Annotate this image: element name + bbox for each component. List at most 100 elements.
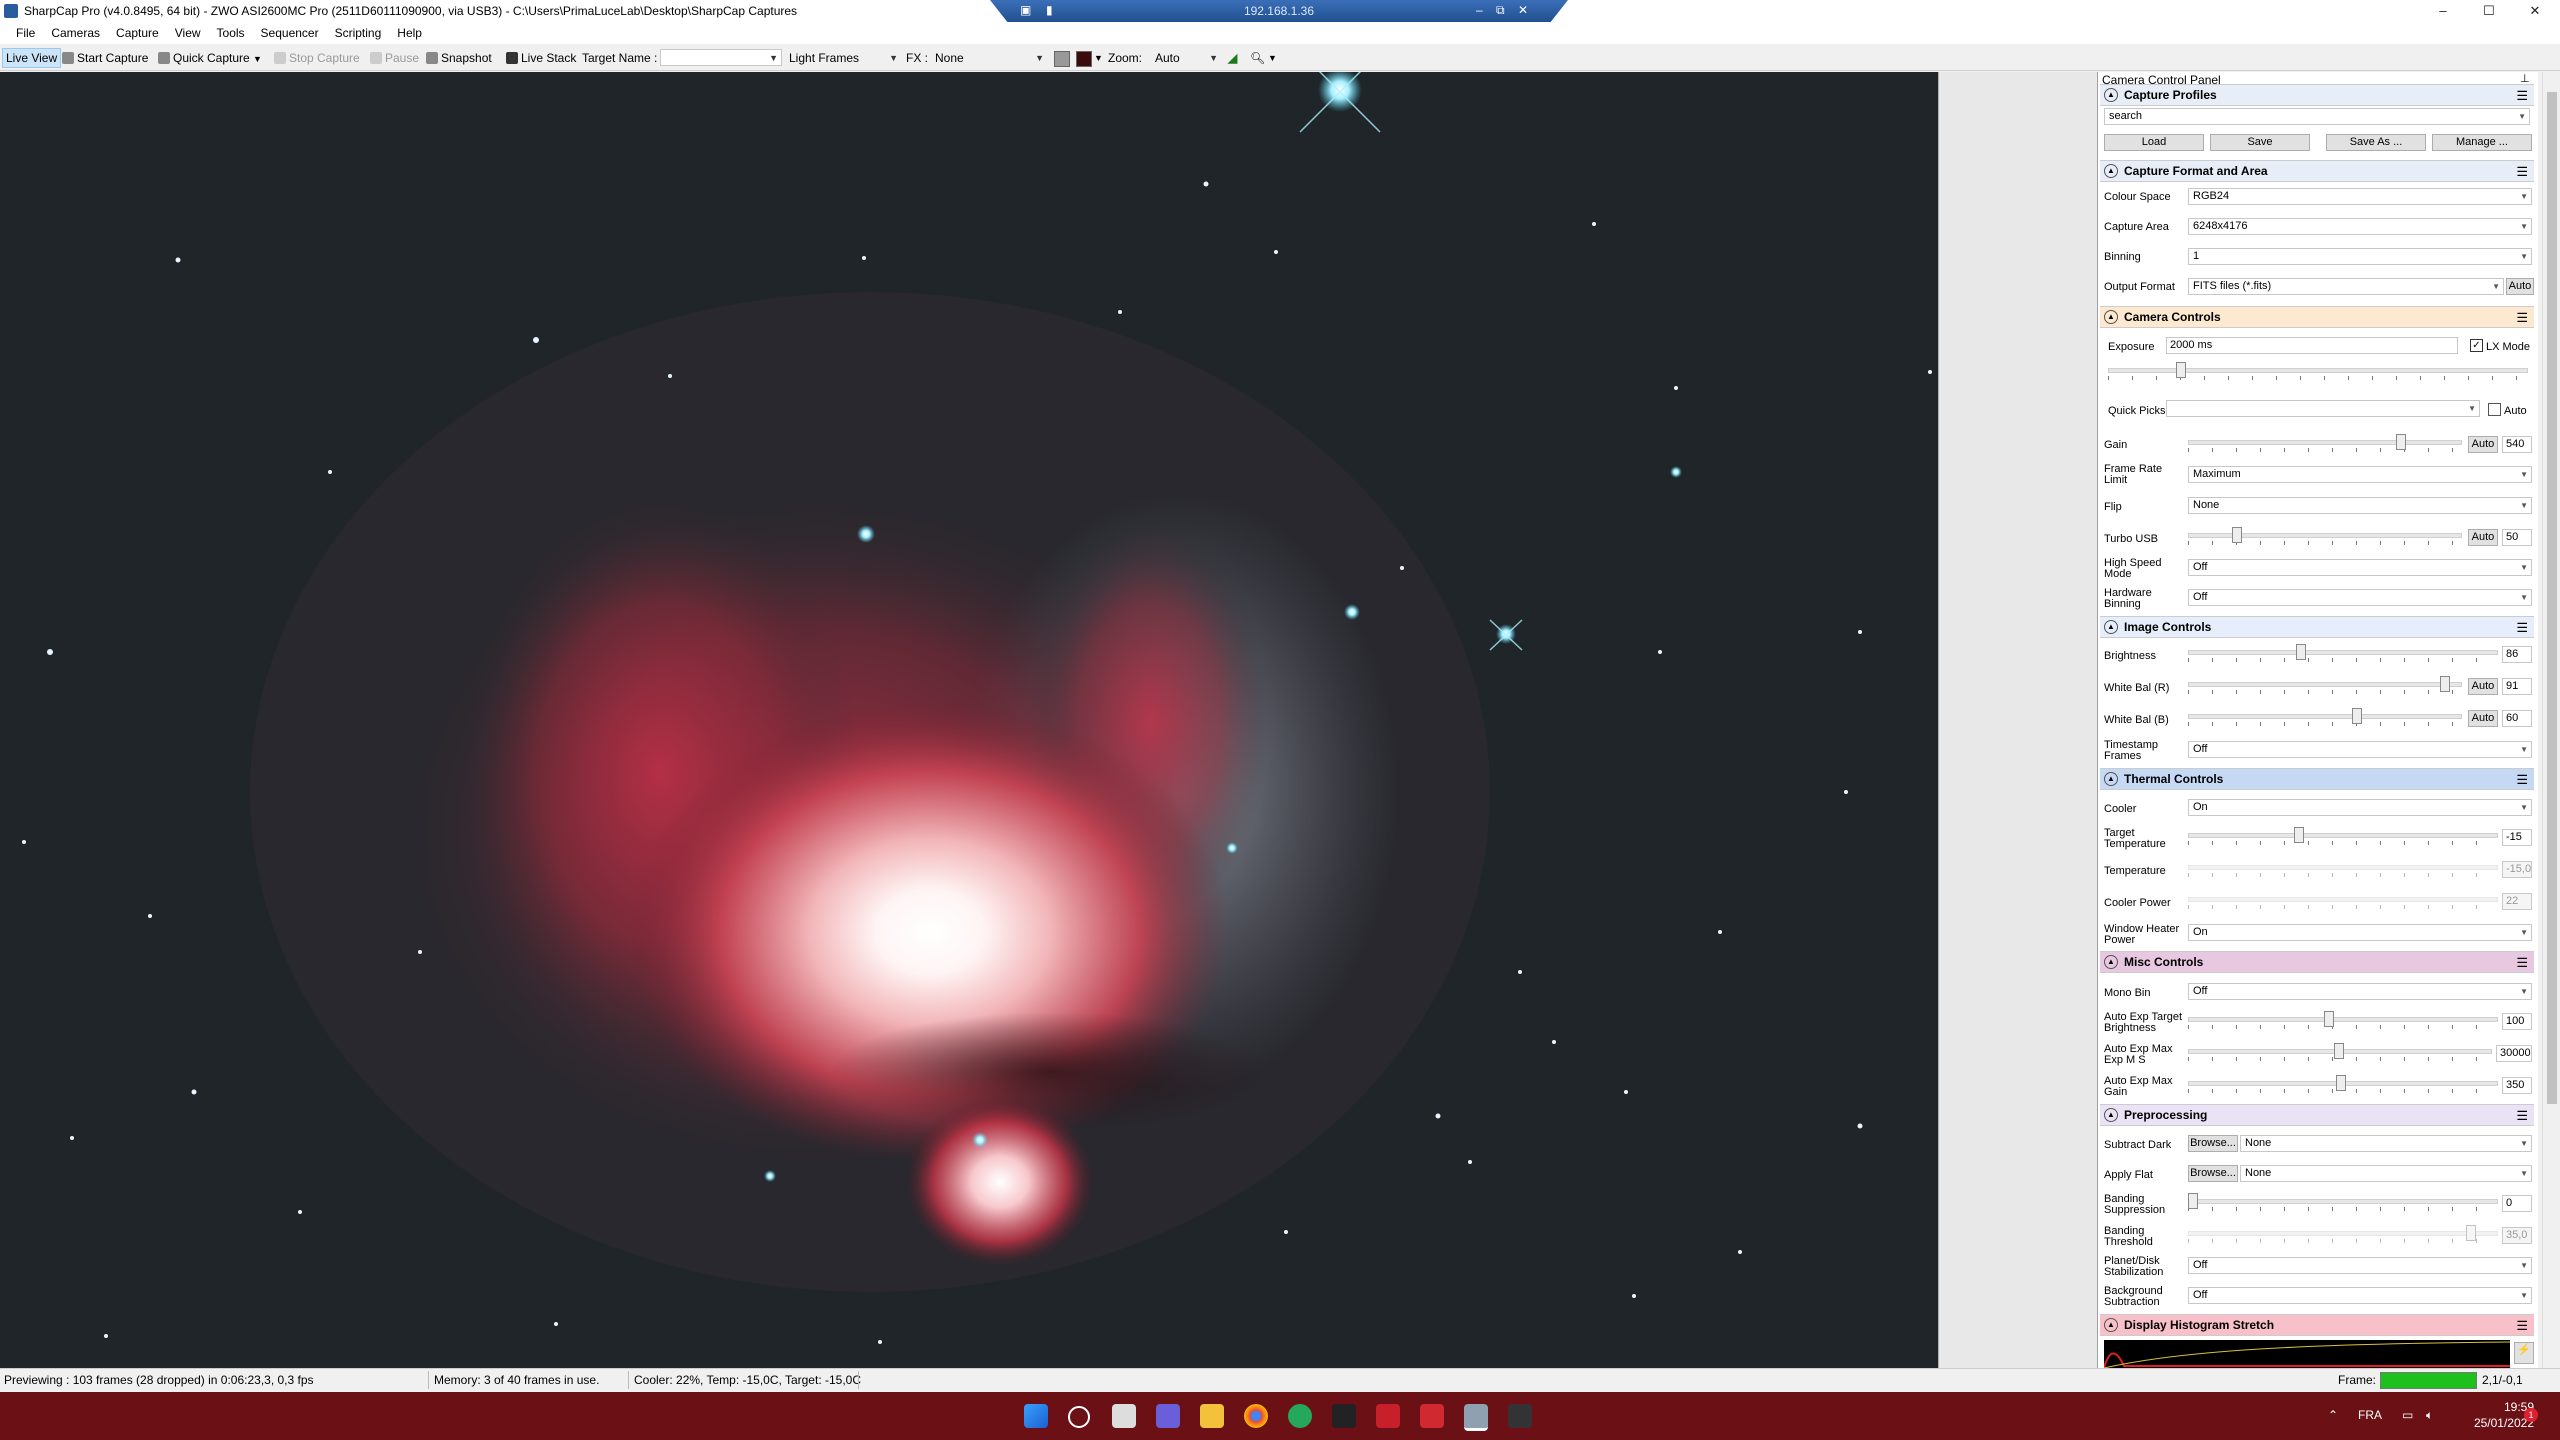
gain-input[interactable]: 540 bbox=[2502, 436, 2532, 453]
collapse-icon[interactable]: ▲ bbox=[2104, 164, 2118, 178]
colour-space-select[interactable]: RGB24 ▼ bbox=[2188, 188, 2532, 205]
language-indicator[interactable]: FRA bbox=[2358, 1408, 2382, 1422]
search-icon[interactable] bbox=[1068, 1406, 1090, 1428]
manage-button[interactable]: Manage ... bbox=[2432, 134, 2532, 151]
brightness-slider[interactable] bbox=[2188, 644, 2498, 662]
menu-tools[interactable]: Tools bbox=[209, 22, 253, 44]
volume-icon[interactable]: 🔈︎ bbox=[2426, 1408, 2433, 1423]
hamburger-icon[interactable]: ☰ bbox=[2516, 164, 2528, 180]
target-name-input[interactable]: ▼ bbox=[660, 49, 782, 66]
capture-area-select[interactable]: 6248x4176 ▼ bbox=[2188, 218, 2532, 235]
white-bal-r-slider[interactable] bbox=[2188, 676, 2462, 694]
section-camera-controls[interactable]: ▲ Camera Controls ☰ bbox=[2100, 306, 2534, 328]
quick-capture-button[interactable]: Quick Capture ▼ bbox=[158, 49, 262, 67]
white-bal-b-slider[interactable] bbox=[2188, 708, 2462, 726]
apply-flat-browse-button[interactable]: Browse... bbox=[2188, 1165, 2238, 1182]
binning-select[interactable]: 1 ▼ bbox=[2188, 248, 2532, 265]
load-button[interactable]: Load bbox=[2104, 134, 2204, 151]
remote-minimize-icon[interactable]: – bbox=[1476, 3, 1483, 17]
white-bal-r-input[interactable]: 91 bbox=[2502, 678, 2532, 695]
zoom-select[interactable]: Auto ▼ bbox=[1150, 49, 1222, 66]
hardware-binning-select[interactable]: Off ▼ bbox=[2188, 589, 2532, 606]
slider-thumb[interactable] bbox=[2294, 827, 2304, 843]
snapshot-button[interactable]: Snapshot bbox=[426, 49, 492, 67]
slider-thumb[interactable] bbox=[2232, 527, 2242, 543]
x-app-icon[interactable] bbox=[1332, 1404, 1356, 1428]
grid-icon[interactable] bbox=[1054, 51, 1070, 67]
slider-thumb[interactable] bbox=[2296, 644, 2306, 660]
minimize-button[interactable]: – bbox=[2420, 0, 2466, 22]
menu-capture[interactable]: Capture bbox=[108, 22, 167, 44]
hamburger-icon[interactable]: ☰ bbox=[2516, 620, 2528, 636]
turbo-usb-slider[interactable] bbox=[2188, 527, 2462, 545]
background-subtraction-select[interactable]: Off ▼ bbox=[2188, 1287, 2532, 1304]
sharpcap-taskbar-icon[interactable] bbox=[1464, 1404, 1488, 1431]
slider-thumb[interactable] bbox=[2396, 434, 2406, 450]
start-icon[interactable] bbox=[1024, 1404, 1048, 1428]
menu-view[interactable]: View bbox=[167, 22, 209, 44]
hamburger-icon[interactable]: ☰ bbox=[2516, 88, 2528, 104]
subtract-dark-browse-button[interactable]: Browse... bbox=[2188, 1135, 2238, 1152]
window-heater-select[interactable]: On ▼ bbox=[2188, 924, 2532, 941]
collapse-icon[interactable]: ▲ bbox=[2104, 772, 2118, 786]
menu-sequencer[interactable]: Sequencer bbox=[253, 22, 327, 44]
chevron-down-icon[interactable]: ▼ bbox=[253, 54, 262, 64]
save-as-button[interactable]: Save As ... bbox=[2326, 134, 2426, 151]
output-auto-button[interactable]: Auto bbox=[2506, 278, 2534, 295]
menu-file[interactable]: File bbox=[8, 22, 43, 44]
remote-close-icon[interactable]: ✕ bbox=[1518, 3, 1528, 17]
red-app-2-icon[interactable] bbox=[1420, 1404, 1444, 1428]
apply-flat-select[interactable]: None ▼ bbox=[2240, 1165, 2532, 1182]
slider-thumb[interactable] bbox=[2440, 676, 2450, 692]
hamburger-icon[interactable]: ☰ bbox=[2516, 1108, 2528, 1124]
section-capture-format[interactable]: ▲ Capture Format and Area ☰ bbox=[2100, 160, 2534, 182]
histogram-view[interactable] bbox=[2103, 1340, 2511, 1368]
close-button[interactable]: ✕ bbox=[2512, 0, 2558, 22]
white-bal-b-input[interactable]: 60 bbox=[2502, 710, 2532, 727]
slider-thumb[interactable] bbox=[2188, 1193, 2198, 1209]
slider-thumb[interactable] bbox=[2352, 708, 2362, 724]
auto-exp-max-exp-input[interactable]: 30000 bbox=[2496, 1045, 2532, 1062]
gain-slider[interactable] bbox=[2188, 434, 2462, 452]
chrome-icon[interactable] bbox=[1244, 1404, 1268, 1428]
hamburger-icon[interactable]: ☰ bbox=[2516, 1318, 2528, 1334]
turbo-input[interactable]: 50 bbox=[2502, 529, 2532, 546]
menu-scripting[interactable]: Scripting bbox=[327, 22, 390, 44]
collapse-icon[interactable]: ▲ bbox=[2104, 620, 2118, 634]
live-view-button[interactable]: Live View bbox=[2, 48, 62, 68]
banding-suppression-slider[interactable] bbox=[2188, 1193, 2498, 1211]
reticle-color-icon[interactable] bbox=[1076, 51, 1092, 67]
live-preview-image[interactable] bbox=[0, 72, 1938, 1368]
slider-thumb[interactable] bbox=[2334, 1043, 2344, 1059]
collapse-icon[interactable]: ▲ bbox=[2104, 1318, 2118, 1332]
stop-capture-button[interactable]: Stop Capture bbox=[274, 49, 360, 67]
scrollbar-thumb[interactable] bbox=[2547, 92, 2557, 1104]
green-app-icon[interactable] bbox=[1288, 1404, 1312, 1428]
teams-chat-icon[interactable] bbox=[1156, 1404, 1180, 1428]
section-preprocessing[interactable]: ▲ Preprocessing ☰ bbox=[2100, 1104, 2534, 1126]
magnifier-icon[interactable]: 🔍︎ bbox=[1250, 49, 1265, 67]
auto-exp-max-gain-input[interactable]: 350 bbox=[2502, 1077, 2532, 1094]
hamburger-icon[interactable]: ☰ bbox=[2516, 772, 2528, 788]
section-thermal-controls[interactable]: ▲ Thermal Controls ☰ bbox=[2100, 768, 2534, 790]
clock-date[interactable]: 25/01/2022 bbox=[2456, 1416, 2534, 1430]
planet-disk-select[interactable]: Off ▼ bbox=[2188, 1257, 2532, 1274]
notification-badge-icon[interactable]: 1 bbox=[2524, 1408, 2538, 1422]
timestamp-frames-select[interactable]: Off ▼ bbox=[2188, 741, 2532, 758]
quick-picks-select[interactable]: ▼ bbox=[2166, 400, 2480, 417]
slider-thumb[interactable] bbox=[2176, 362, 2186, 378]
auto-exp-max-exp-slider[interactable] bbox=[2188, 1043, 2492, 1061]
hamburger-icon[interactable]: ☰ bbox=[2516, 955, 2528, 971]
frame-type-select[interactable]: Light Frames ▼ bbox=[784, 49, 902, 66]
high-speed-mode-select[interactable]: Off ▼ bbox=[2188, 559, 2532, 576]
start-capture-button[interactable]: Start Capture bbox=[62, 49, 148, 67]
lightning-icon[interactable]: ⚡ bbox=[2514, 1342, 2534, 1364]
brightness-input[interactable]: 86 bbox=[2502, 646, 2532, 663]
white-bal-r-auto-button[interactable]: Auto bbox=[2468, 678, 2498, 695]
dark-app-icon[interactable] bbox=[1508, 1404, 1532, 1428]
banding-suppression-input[interactable]: 0 bbox=[2502, 1195, 2532, 1212]
section-histogram-stretch[interactable]: ▲ Display Histogram Stretch ☰ bbox=[2100, 1314, 2534, 1336]
pause-button[interactable]: Pause bbox=[370, 49, 419, 67]
target-temperature-slider[interactable] bbox=[2188, 827, 2498, 845]
cooler-select[interactable]: On ▼ bbox=[2188, 799, 2532, 816]
